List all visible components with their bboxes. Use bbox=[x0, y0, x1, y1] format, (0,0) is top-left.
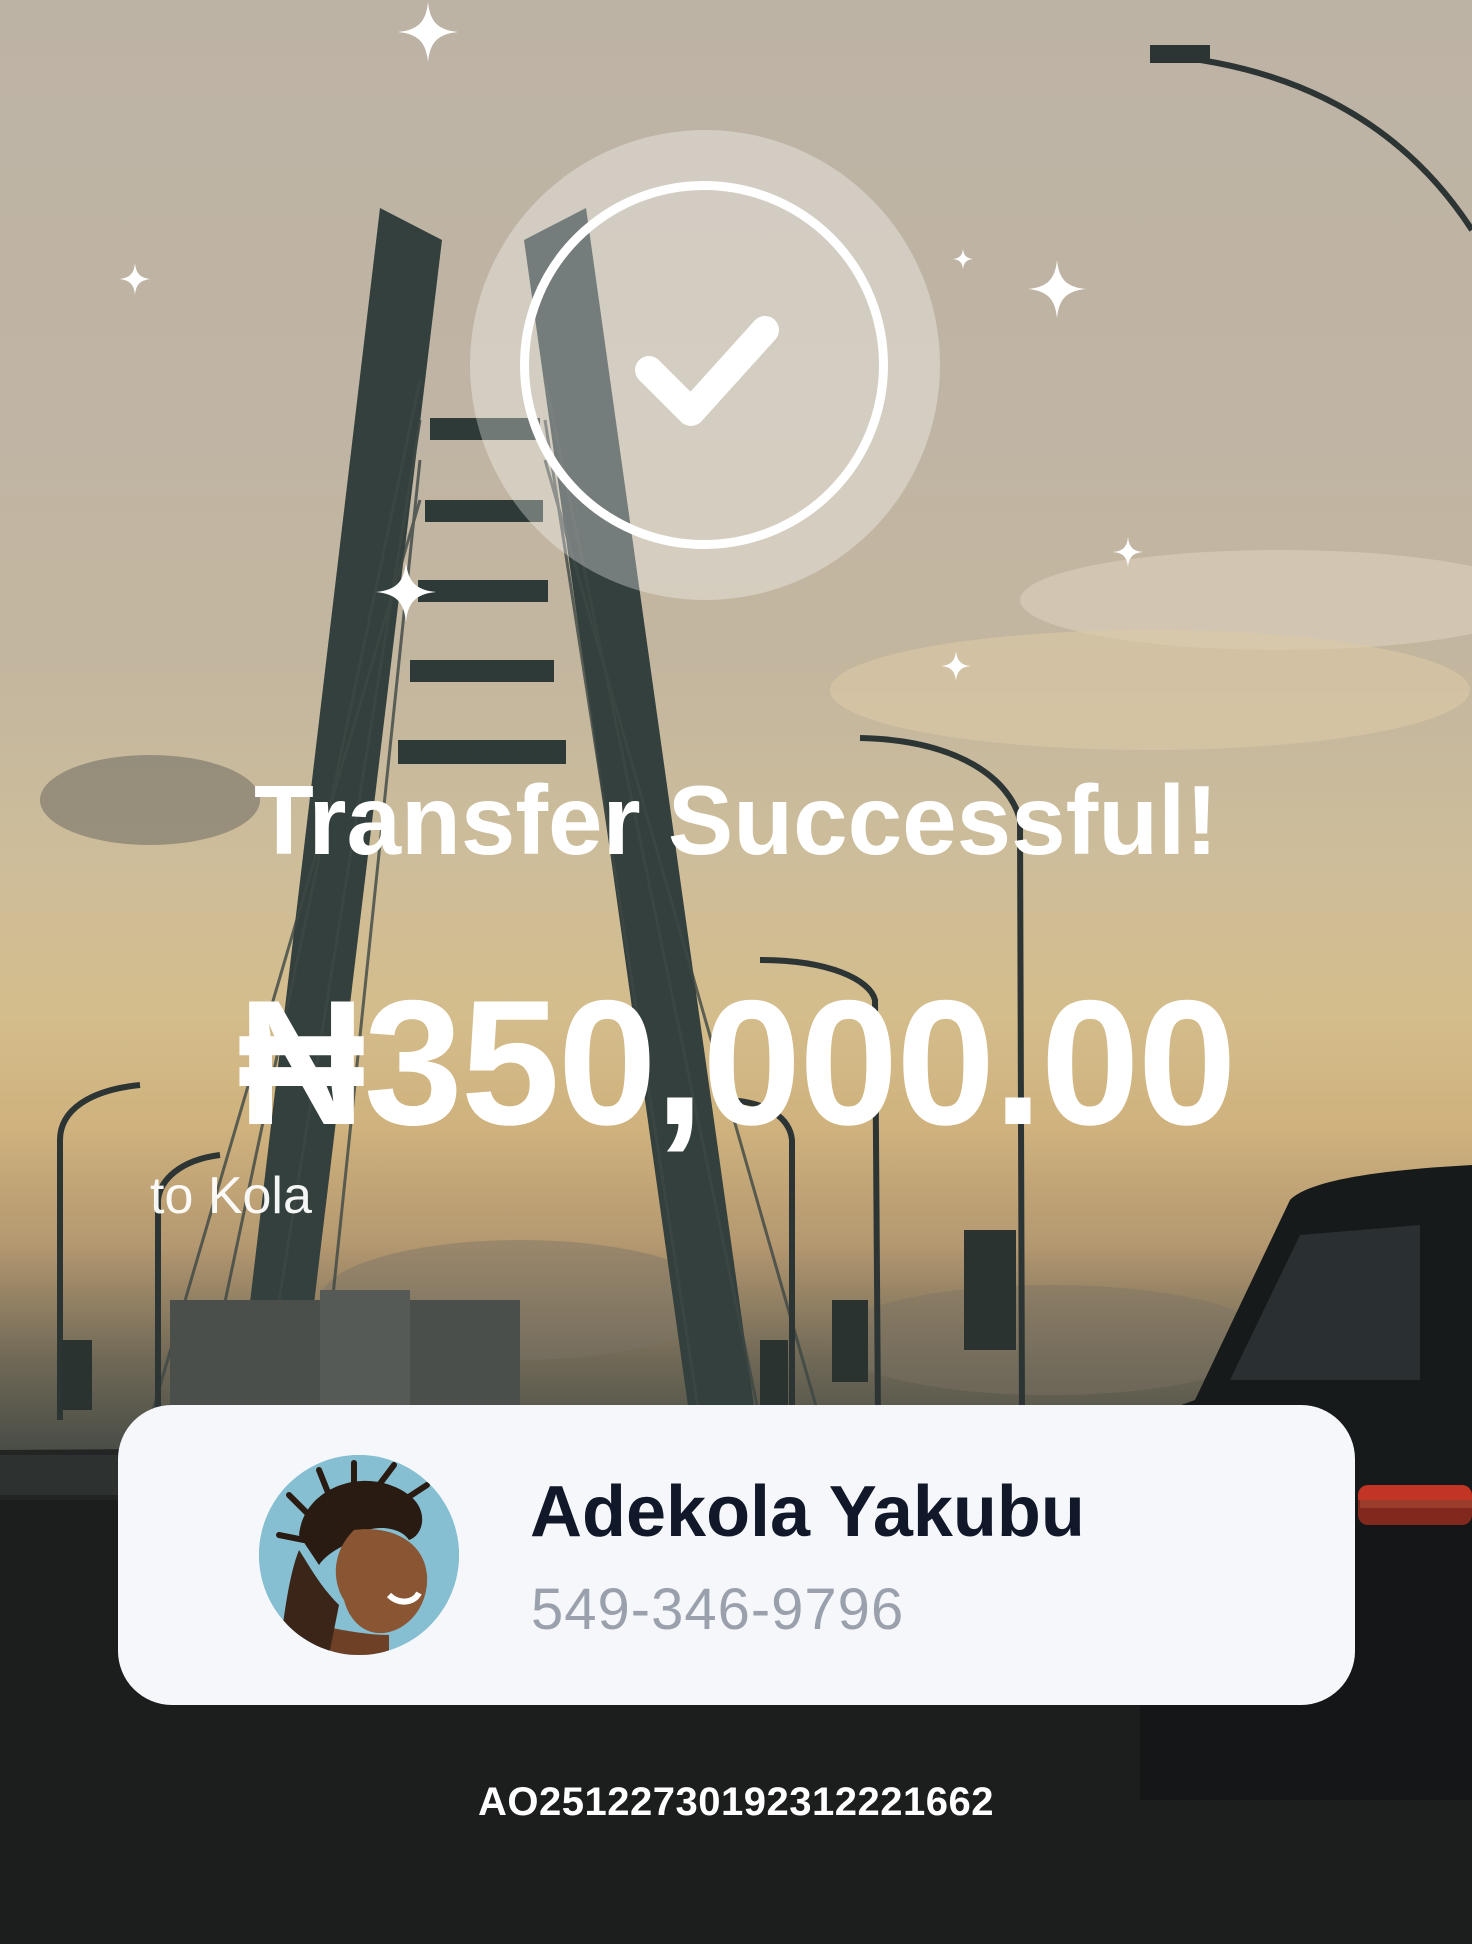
transaction-reference: AO25122730192312221662 bbox=[478, 1780, 994, 1824]
sparkle-icon bbox=[119, 263, 151, 295]
recipient-account-number: 549-346-9796 bbox=[531, 1577, 905, 1642]
transfer-amount: ₦350,000.00 bbox=[237, 963, 1236, 1162]
sparkle-icon bbox=[398, 2, 458, 62]
check-circle-icon bbox=[520, 181, 888, 549]
sparkle-icon bbox=[1027, 259, 1087, 319]
recipient-short-name: to Kola bbox=[150, 1167, 312, 1225]
avatar bbox=[259, 1455, 459, 1655]
sparkle-icon bbox=[941, 651, 971, 681]
success-title: Transfer Successful! bbox=[253, 765, 1219, 875]
sparkle-icon bbox=[1113, 537, 1143, 567]
transfer-success-screen: Transfer Successful! ₦350,000.00 to Kola bbox=[0, 0, 1472, 1944]
sparkle-icon bbox=[952, 248, 974, 270]
sparkle-icon bbox=[376, 562, 436, 622]
recipient-name: Adekola Yakubu bbox=[530, 1472, 1085, 1552]
recipient-card[interactable]: Adekola Yakubu 549-346-9796 bbox=[118, 1405, 1355, 1705]
